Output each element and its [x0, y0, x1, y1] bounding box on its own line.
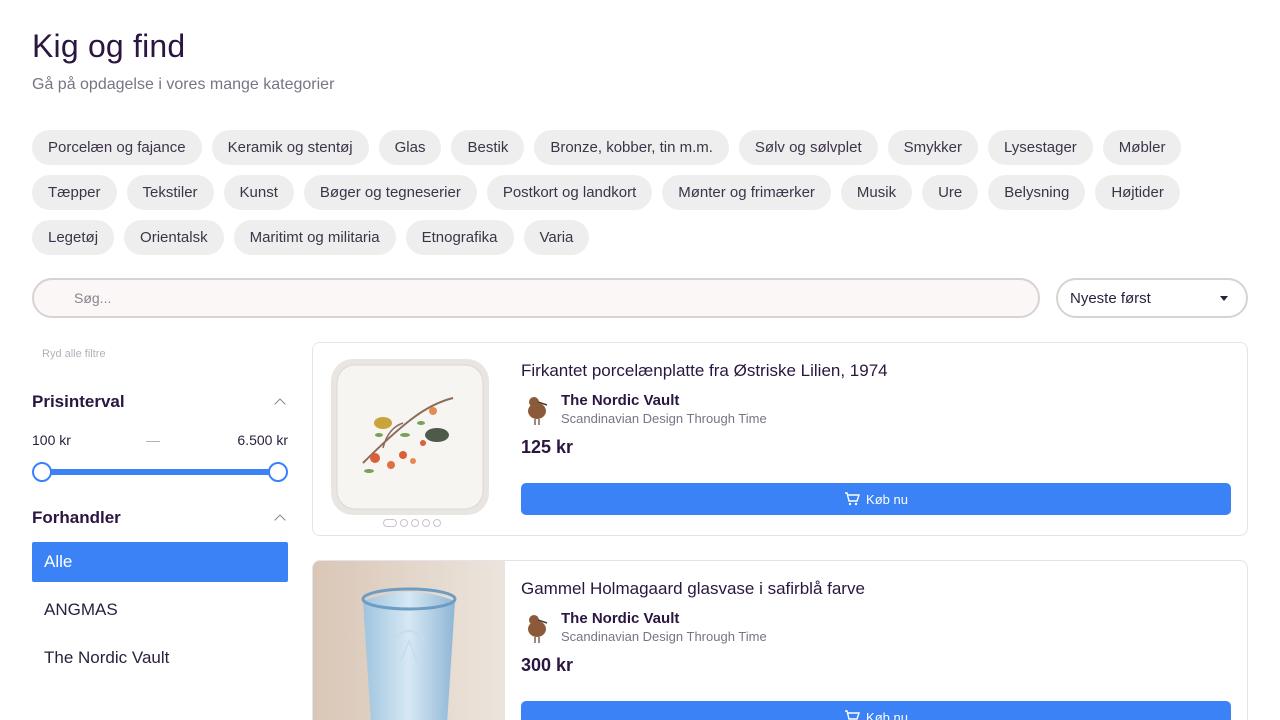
category-chip[interactable]: Smykker	[887, 130, 978, 165]
price-range-min-handle[interactable]	[32, 462, 52, 482]
category-chip[interactable]: Tæpper	[32, 175, 117, 210]
product-card[interactable]: Gammel Holmagaard glasvase i safirblå fa…	[312, 560, 1248, 720]
carousel-dot[interactable]	[400, 519, 408, 527]
price-filter-title: Prisinterval	[32, 392, 125, 411]
category-chip[interactable]: Bronze, kobber, tin m.m.	[534, 130, 729, 165]
category-chip[interactable]: Keramik og stentøj	[211, 130, 369, 165]
category-chip[interactable]: Legetøj	[32, 220, 115, 255]
category-chip[interactable]: Porcelæn og fajance	[32, 130, 202, 165]
price-max-label: 6.500 kr	[237, 432, 288, 448]
cart-icon	[845, 492, 861, 506]
category-chip[interactable]: Bøger og tegneserier	[303, 175, 477, 210]
dealer-logo	[528, 397, 548, 425]
price-range-track[interactable]	[42, 469, 278, 475]
dealer-tagline: Scandinavian Design Through Time	[561, 411, 767, 426]
category-chip[interactable]: Kunst	[223, 175, 294, 210]
price-range-max-handle[interactable]	[268, 462, 288, 482]
category-chip[interactable]: Tekstiler	[126, 175, 214, 210]
cart-icon	[845, 710, 861, 720]
product-price: 125 kr	[521, 437, 574, 457]
product-image-plate[interactable]	[313, 343, 505, 536]
caret-down-icon	[1220, 296, 1228, 301]
category-chip[interactable]: Ure	[922, 175, 979, 210]
product-image-vase[interactable]	[313, 561, 505, 720]
category-chip[interactable]: Orientalsk	[124, 220, 224, 255]
price-min-label: 100 kr	[32, 432, 71, 448]
chevron-up-icon	[274, 514, 286, 526]
carousel-dot[interactable]	[411, 519, 419, 527]
dealer-option-nordic-vault[interactable]: The Nordic Vault	[32, 638, 288, 678]
dealer-filter-title: Forhandler	[32, 508, 121, 527]
carousel-dot[interactable]	[433, 519, 441, 527]
buy-now-label: Køb nu	[866, 709, 908, 720]
category-chip[interactable]: Mønter og frimærker	[662, 175, 831, 210]
category-chip[interactable]: Sølv og sølvplet	[738, 130, 878, 165]
dealer-name[interactable]: The Nordic Vault	[561, 610, 679, 627]
category-chip[interactable]: Etnografika	[405, 220, 514, 255]
category-chip[interactable]: Lysestager	[987, 130, 1093, 165]
sort-selected-value: Nyeste først	[1070, 289, 1151, 307]
category-chip[interactable]: Varia	[523, 220, 590, 255]
dealer-name[interactable]: The Nordic Vault	[561, 392, 679, 409]
carousel-dot[interactable]	[422, 519, 430, 527]
clear-filters-link[interactable]: Ryd alle filtre	[42, 348, 106, 360]
category-chip[interactable]: Højtider	[1095, 175, 1180, 210]
dealer-option-all[interactable]: Alle	[32, 542, 288, 582]
category-chip[interactable]: Belysning	[988, 175, 1086, 210]
buy-now-label: Køb nu	[866, 491, 908, 507]
dealer-tagline: Scandinavian Design Through Time	[561, 629, 767, 644]
page-title: Kig og find	[32, 28, 186, 64]
buy-now-button[interactable]: Køb nu	[521, 701, 1231, 720]
dealer-option-angmas[interactable]: ANGMAS	[32, 590, 288, 630]
category-chip[interactable]: Maritimt og militaria	[233, 220, 396, 255]
carousel-dot[interactable]	[383, 519, 397, 527]
search-input[interactable]	[74, 290, 974, 306]
dealer-logo	[528, 615, 548, 643]
chevron-up-icon	[274, 398, 286, 410]
search-bar	[32, 278, 1040, 318]
image-carousel-dots	[383, 519, 441, 527]
category-chips: Porcelæn og fajance Keramik og stentøj G…	[32, 130, 1232, 255]
category-chip[interactable]: Bestik	[451, 130, 525, 165]
product-title[interactable]: Gammel Holmagaard glasvase i safirblå fa…	[521, 579, 865, 599]
sort-select[interactable]: Nyeste først	[1056, 278, 1248, 318]
category-chip[interactable]: Musik	[840, 175, 913, 210]
product-price: 300 kr	[521, 655, 574, 675]
product-title[interactable]: Firkantet porcelænplatte fra Østriske Li…	[521, 361, 888, 381]
buy-now-button[interactable]: Køb nu	[521, 483, 1231, 515]
category-chip[interactable]: Glas	[378, 130, 442, 165]
dealer-filter-heading[interactable]: Forhandler	[32, 508, 288, 528]
category-chip[interactable]: Postkort og landkort	[486, 175, 653, 210]
page-subtitle: Gå på opdagelse i vores mange kategorier	[32, 76, 335, 93]
price-filter-heading[interactable]: Prisinterval	[32, 392, 288, 412]
product-card[interactable]: Firkantet porcelænplatte fra Østriske Li…	[312, 342, 1248, 536]
category-chip[interactable]: Møbler	[1102, 130, 1182, 165]
dealer-list: Alle ANGMAS The Nordic Vault	[32, 542, 288, 686]
price-separator: —	[146, 432, 160, 448]
